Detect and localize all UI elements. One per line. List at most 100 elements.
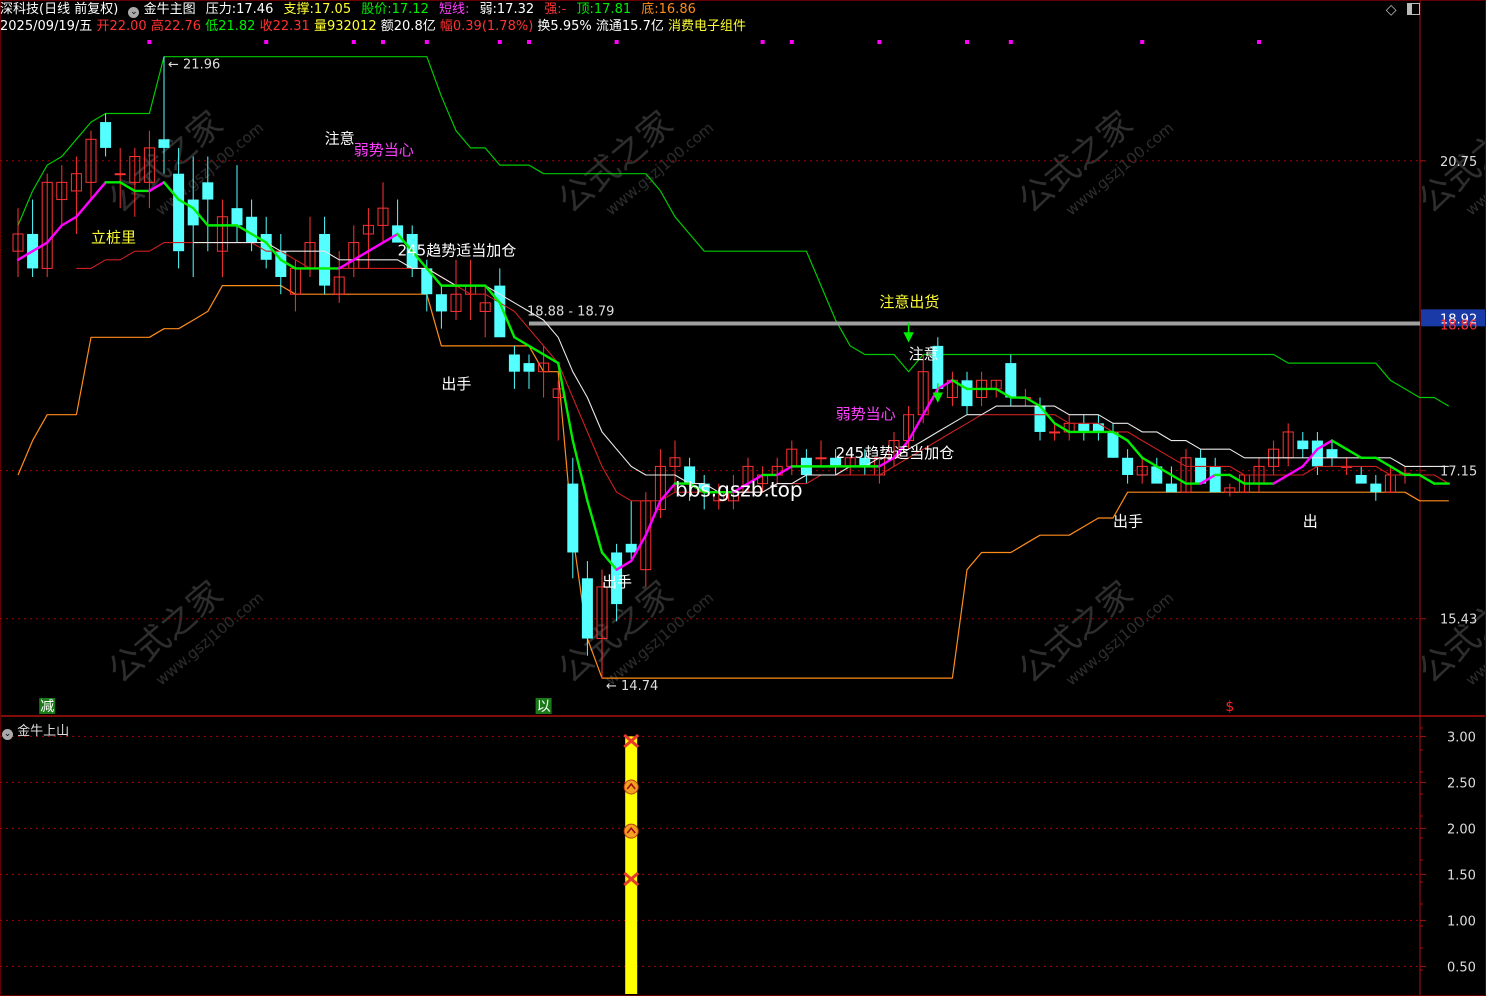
turnover-label: 换	[537, 19, 551, 34]
signal-bar	[625, 736, 638, 994]
signal-dot	[1140, 40, 1145, 44]
close-label: 收	[259, 19, 273, 34]
indicator-dropdown-icon[interactable]: ⌄	[128, 7, 140, 18]
candle-body-down	[246, 216, 258, 243]
pressure-label: 压力:	[205, 2, 237, 17]
sector-label[interactable]: 消费电子组件	[668, 19, 746, 34]
candle-body-down	[567, 483, 579, 553]
candle-body-down	[1370, 483, 1382, 493]
support-label: 支撑:	[283, 2, 314, 17]
min-price-label: ← 14.74	[606, 679, 658, 694]
chart-annotation: 注意	[325, 130, 355, 148]
sub-ytick-label: 1.50	[1447, 868, 1476, 883]
level-tag: 18.86	[1440, 318, 1477, 333]
header-row-2: 2025/09/19/五 开22.00 高22.76 低21.82 收22.31…	[0, 19, 746, 35]
period-label[interactable]: (日线 前复权)	[39, 2, 118, 17]
trend-line-segment	[367, 241, 385, 253]
indicator-name[interactable]: 金牛主图	[144, 2, 196, 17]
close-value: 22.31	[272, 19, 310, 34]
watermark: 公式之家www.gszj100.com	[1011, 574, 1177, 692]
candle-body-down	[1005, 363, 1017, 398]
stock-name[interactable]: 深科技	[0, 2, 39, 17]
signal-badge: 减	[40, 699, 54, 715]
max-price-label: ← 21.96	[168, 58, 220, 73]
low-value: 21.82	[218, 19, 256, 34]
red-ma-line	[76, 242, 1450, 502]
window-icon[interactable]	[1407, 3, 1420, 15]
watermark-layer: 公式之家www.gszj100.com 公式之家www.gszj100.com 公式…	[101, 104, 1486, 692]
price-label: 股价:	[361, 2, 392, 17]
strong-label: 强:	[544, 2, 562, 17]
trend-line-segment	[513, 336, 531, 348]
candle-body-down	[625, 543, 637, 553]
window-controls: ◇	[1386, 2, 1420, 18]
amount-label: 额	[380, 19, 394, 34]
trend-line-segment	[60, 215, 78, 227]
chart-annotation: 出手	[1113, 513, 1143, 531]
signal-dot	[1008, 40, 1013, 44]
sub-ytick-label: 2.00	[1447, 822, 1476, 837]
sell-arrow-icon	[903, 322, 914, 343]
trend-line-segment	[1330, 439, 1348, 451]
candle-body-down	[435, 294, 447, 312]
candle-body-down	[1165, 483, 1177, 493]
main-ytick-label: 20.75	[1440, 155, 1477, 170]
strong-value: -	[561, 2, 567, 17]
signal-dot	[264, 40, 269, 44]
trend-line-segment	[1170, 473, 1188, 485]
diamond-icon[interactable]: ◇	[1386, 2, 1397, 18]
candle-body-down	[202, 182, 214, 200]
header-row-1: 深科技(日线 前复权) ⌄ 金牛主图 压力:17.46 支撑:17.05 股价:…	[0, 2, 696, 18]
chart-annotation: 立桩里	[91, 229, 136, 247]
main-ytick-label: 15.43	[1440, 613, 1477, 628]
trend-line-segment	[907, 413, 925, 442]
chart-annotation: 出手	[602, 573, 632, 591]
trend-line-segment	[75, 198, 93, 218]
signal-badge: 以	[537, 699, 551, 715]
chart-annotation: 弱势当心	[354, 141, 414, 159]
sub-ytick-label: 0.50	[1447, 960, 1476, 975]
candle-body-down	[1355, 474, 1367, 484]
candle-body-down	[173, 173, 185, 252]
chart-canvas[interactable]: 公式之家www.gszj100.com 公式之家www.gszj100.com 公式…	[0, 0, 1486, 996]
pressure-value: 17.46	[236, 2, 274, 17]
sub-dropdown-icon[interactable]: ⌄	[2, 729, 13, 740]
signal-dot	[351, 40, 356, 44]
trend-line-segment	[1374, 456, 1392, 468]
short-label: 短线:	[438, 2, 470, 17]
volume-value: 932012	[326, 19, 377, 34]
sub-ytick-label: 2.50	[1447, 776, 1476, 791]
chart-annotation: 注意出货	[879, 293, 939, 311]
low-label: 低	[205, 19, 219, 34]
watermark: 公式之家www.gszj100.com	[1011, 104, 1177, 222]
signal-dot	[614, 40, 619, 44]
sub-ytick-label: 3.00	[1447, 730, 1476, 745]
trend-line-segment	[1272, 473, 1290, 485]
candle-body-up	[1049, 431, 1061, 434]
trend-line-segment	[1228, 473, 1246, 485]
candle-body-up	[815, 457, 827, 460]
float-label: 流通	[595, 19, 622, 34]
trend-line-segment	[542, 353, 560, 365]
chart-annotation: 出	[1303, 513, 1318, 531]
signal-dot	[760, 40, 765, 44]
open-value: 22.00	[109, 19, 147, 34]
volume-label: 量	[313, 19, 327, 34]
trend-line-segment	[1024, 396, 1042, 408]
candle-body-down	[1122, 457, 1134, 475]
signal-dot	[965, 40, 969, 44]
watermark: 公式之家www.gszj100.com	[101, 574, 267, 692]
candle-body-down	[231, 208, 243, 226]
chart-annotation: 弱势当心	[836, 405, 896, 423]
sub-indicator-name[interactable]: 金牛上山	[17, 724, 69, 739]
chart-annotation: 245趋势适当加仓	[398, 241, 517, 259]
candle-body-down	[1078, 423, 1090, 432]
high-label: 高	[150, 19, 164, 34]
turnover-value: 5.95%	[550, 19, 592, 34]
float-value: 15.7亿	[621, 19, 664, 34]
candle-body-down	[158, 139, 170, 148]
trend-line-segment	[659, 482, 677, 503]
trend-line-segment	[776, 465, 793, 477]
trend-line-segment	[352, 249, 370, 261]
trend-line-segment	[1053, 422, 1071, 434]
